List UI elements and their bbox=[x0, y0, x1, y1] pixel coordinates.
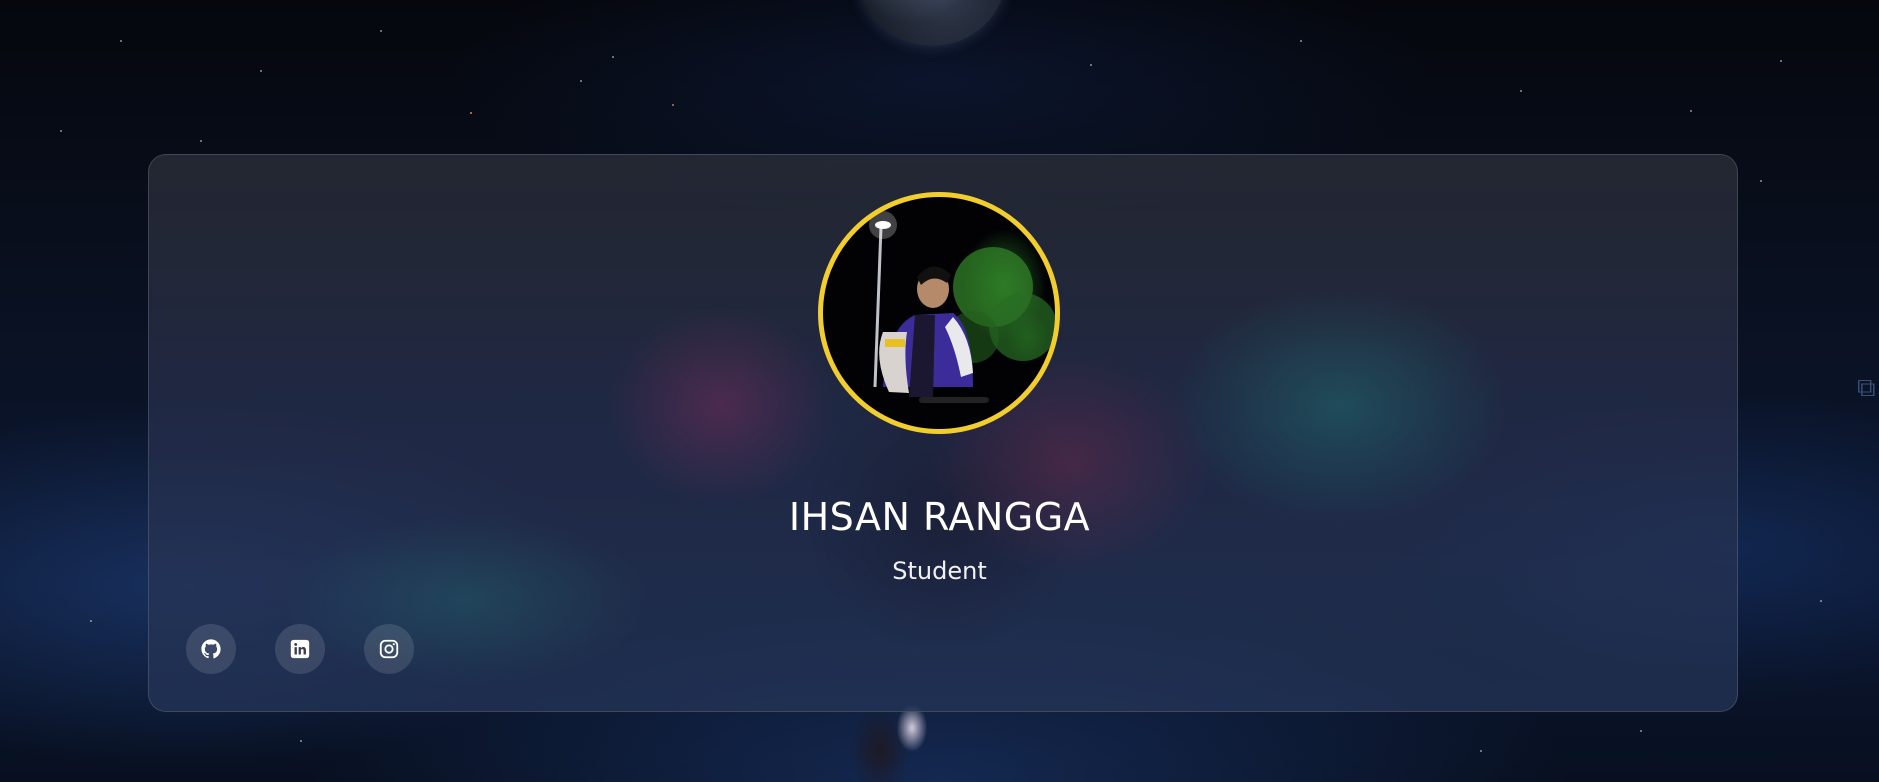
linkedin-icon bbox=[290, 639, 310, 659]
profile-name: IHSAN RANGGA bbox=[788, 495, 1091, 539]
background-figure bbox=[840, 700, 970, 782]
profile-avatar bbox=[818, 192, 1060, 434]
edge-decoration: ⧉ bbox=[1857, 373, 1876, 403]
planet-decoration bbox=[858, 0, 1006, 46]
instagram-icon bbox=[379, 639, 399, 659]
instagram-link-button[interactable] bbox=[364, 624, 414, 674]
profile-role: Student bbox=[892, 557, 987, 585]
github-icon bbox=[201, 639, 221, 659]
github-link-button[interactable] bbox=[186, 624, 236, 674]
avatar-photo bbox=[869, 211, 1055, 403]
linkedin-link-button[interactable] bbox=[275, 624, 325, 674]
